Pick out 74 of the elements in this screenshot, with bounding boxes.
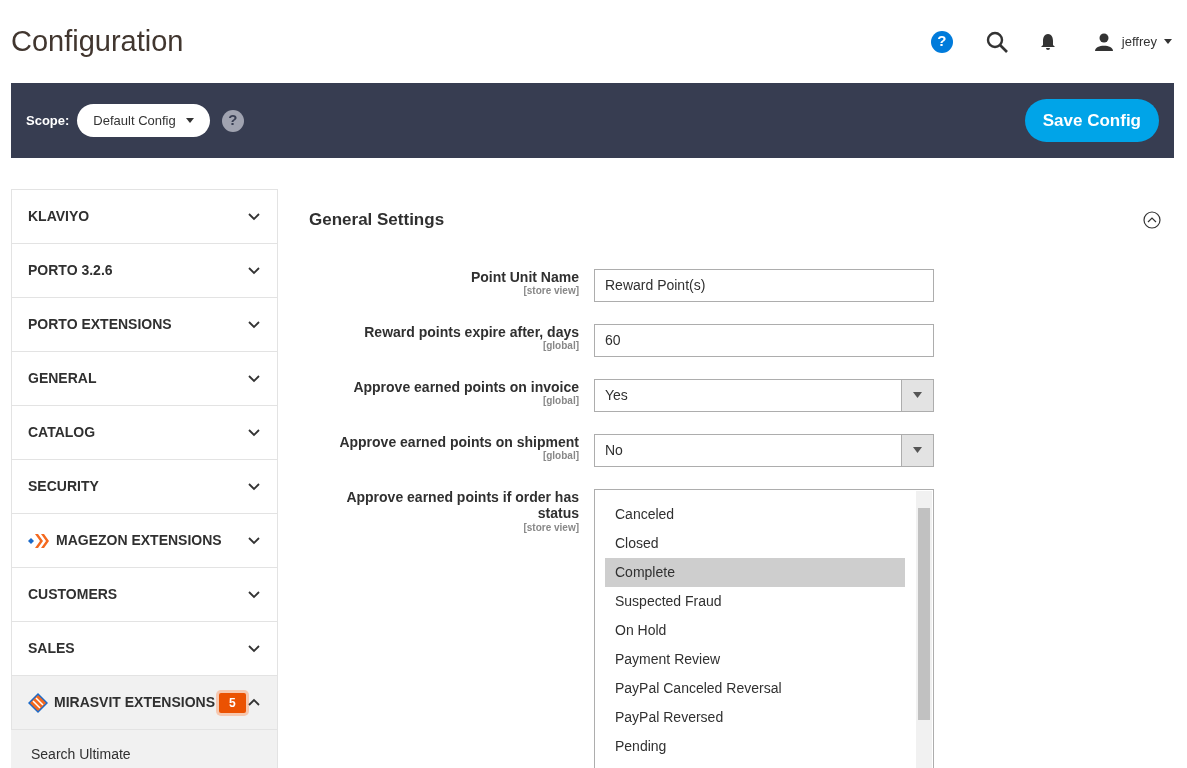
select-option[interactable]: PayPal Canceled Reversal — [605, 673, 905, 703]
scope-dropdown[interactable]: Default Config — [77, 103, 210, 138]
sidebar-item-label: SECURITY — [28, 477, 99, 496]
scope-note: [store view] — [522, 522, 579, 535]
sidebar-item-label: CUSTOMERS — [28, 585, 118, 604]
chevron-down-icon — [247, 264, 261, 277]
select-value: No — [605, 440, 623, 460]
select-option[interactable]: PayPal Reversed — [605, 702, 905, 732]
scope-note: [store view] — [522, 285, 579, 298]
select-option[interactable]: Payment Review — [605, 644, 905, 674]
sidebar-item[interactable]: SECURITY — [11, 459, 277, 513]
select-option[interactable]: Suspected Fraud — [605, 586, 905, 616]
sidebar-item[interactable]: CUSTOMERS — [11, 567, 277, 621]
user-menu[interactable]: jeffrey — [1093, 31, 1172, 52]
field-label: Approve earned points on invoice — [352, 378, 579, 396]
chevron-down-icon — [247, 534, 261, 547]
sidebar-item[interactable]: CATALOG — [11, 405, 277, 459]
chevron-down-icon — [247, 588, 261, 601]
section-title[interactable]: General Settings — [309, 207, 445, 233]
diamond-logo-icon — [28, 692, 48, 713]
page-title: Configuration — [11, 24, 184, 59]
scope-note: [global] — [541, 395, 579, 408]
chevron-down-icon — [247, 372, 261, 385]
scope-label: Scope: — [26, 111, 70, 130]
help-icon[interactable]: ? — [930, 30, 953, 53]
search-icon[interactable] — [985, 30, 1008, 53]
multiselect-field[interactable]: Canceled Closed Complete Suspected Fraud On Hold Payment Review PayPal Canceled Reversal PayPal Reversed Pending — [594, 488, 934, 768]
sidebar-item[interactable]: PORTO EXTENSIONS — [11, 297, 277, 351]
sidebar-item-label: KLAVIYO — [28, 207, 90, 226]
sidebar-item-label: MIRASVIT EXTENSIONS — [54, 693, 216, 712]
scope-note: [global] — [541, 450, 579, 463]
sidebar-item[interactable]: PORTO 3.2.6 — [11, 243, 277, 297]
chevron-down-icon — [247, 480, 261, 493]
select-option[interactable]: On Hold — [605, 615, 905, 645]
select-value: Yes — [605, 385, 628, 405]
chevron-down-icon — [247, 318, 261, 331]
sidebar-item-label: SALES — [28, 639, 75, 658]
select-field[interactable]: No — [594, 433, 934, 467]
chevron-down-icon — [247, 642, 261, 655]
select-option[interactable]: Canceled — [605, 499, 905, 529]
select-option[interactable]: Complete — [605, 557, 905, 587]
scrollbar[interactable] — [916, 490, 932, 768]
help-icon[interactable]: ? — [221, 109, 244, 132]
bell-icon[interactable] — [1039, 32, 1056, 51]
sidebar-item-label: PORTO 3.2.6 — [28, 261, 113, 280]
chevron-logo-icon — [28, 532, 50, 549]
caret-icon — [913, 447, 922, 453]
caret-icon — [913, 392, 922, 398]
count-badge: 5 — [219, 692, 246, 713]
select-field[interactable]: Yes — [594, 378, 934, 412]
caret-icon — [185, 118, 194, 123]
field-label: Approve earned points on shipment — [338, 433, 579, 451]
chevron-down-icon — [247, 426, 261, 439]
field-label: Reward points expire after, days — [363, 323, 579, 341]
sidebar-item[interactable]: MIRASVIT EXTENSIONS 5 — [11, 675, 277, 729]
sidebar-item[interactable]: SALES — [11, 621, 277, 675]
caret-icon — [1164, 39, 1172, 44]
sidebar-item[interactable]: MAGEZON EXTENSIONS — [11, 513, 277, 567]
sidebar-item[interactable]: GENERAL — [11, 351, 277, 405]
user-icon — [1093, 32, 1114, 51]
sidebar-item[interactable]: KLAVIYO — [11, 189, 277, 243]
sidebar-item-label: CATALOG — [28, 423, 96, 442]
sidebar-item-label: GENERAL — [28, 369, 97, 388]
collapse-icon[interactable] — [1143, 210, 1161, 229]
sidebar-item-label: PORTO EXTENSIONS — [28, 315, 172, 334]
select-option[interactable]: Pending — [605, 731, 905, 761]
text-field[interactable]: Reward Point(s) — [594, 268, 934, 302]
field-label: Approve earned points if order has status — [345, 488, 579, 523]
select-option[interactable]: Closed — [605, 528, 905, 558]
scope-note: [global] — [541, 340, 579, 353]
field-label: Point Unit Name — [469, 268, 579, 286]
sidebar-item-label: MAGEZON EXTENSIONS — [56, 531, 222, 550]
text-field[interactable]: 60 — [594, 323, 934, 357]
chevron-down-icon — [247, 210, 261, 223]
